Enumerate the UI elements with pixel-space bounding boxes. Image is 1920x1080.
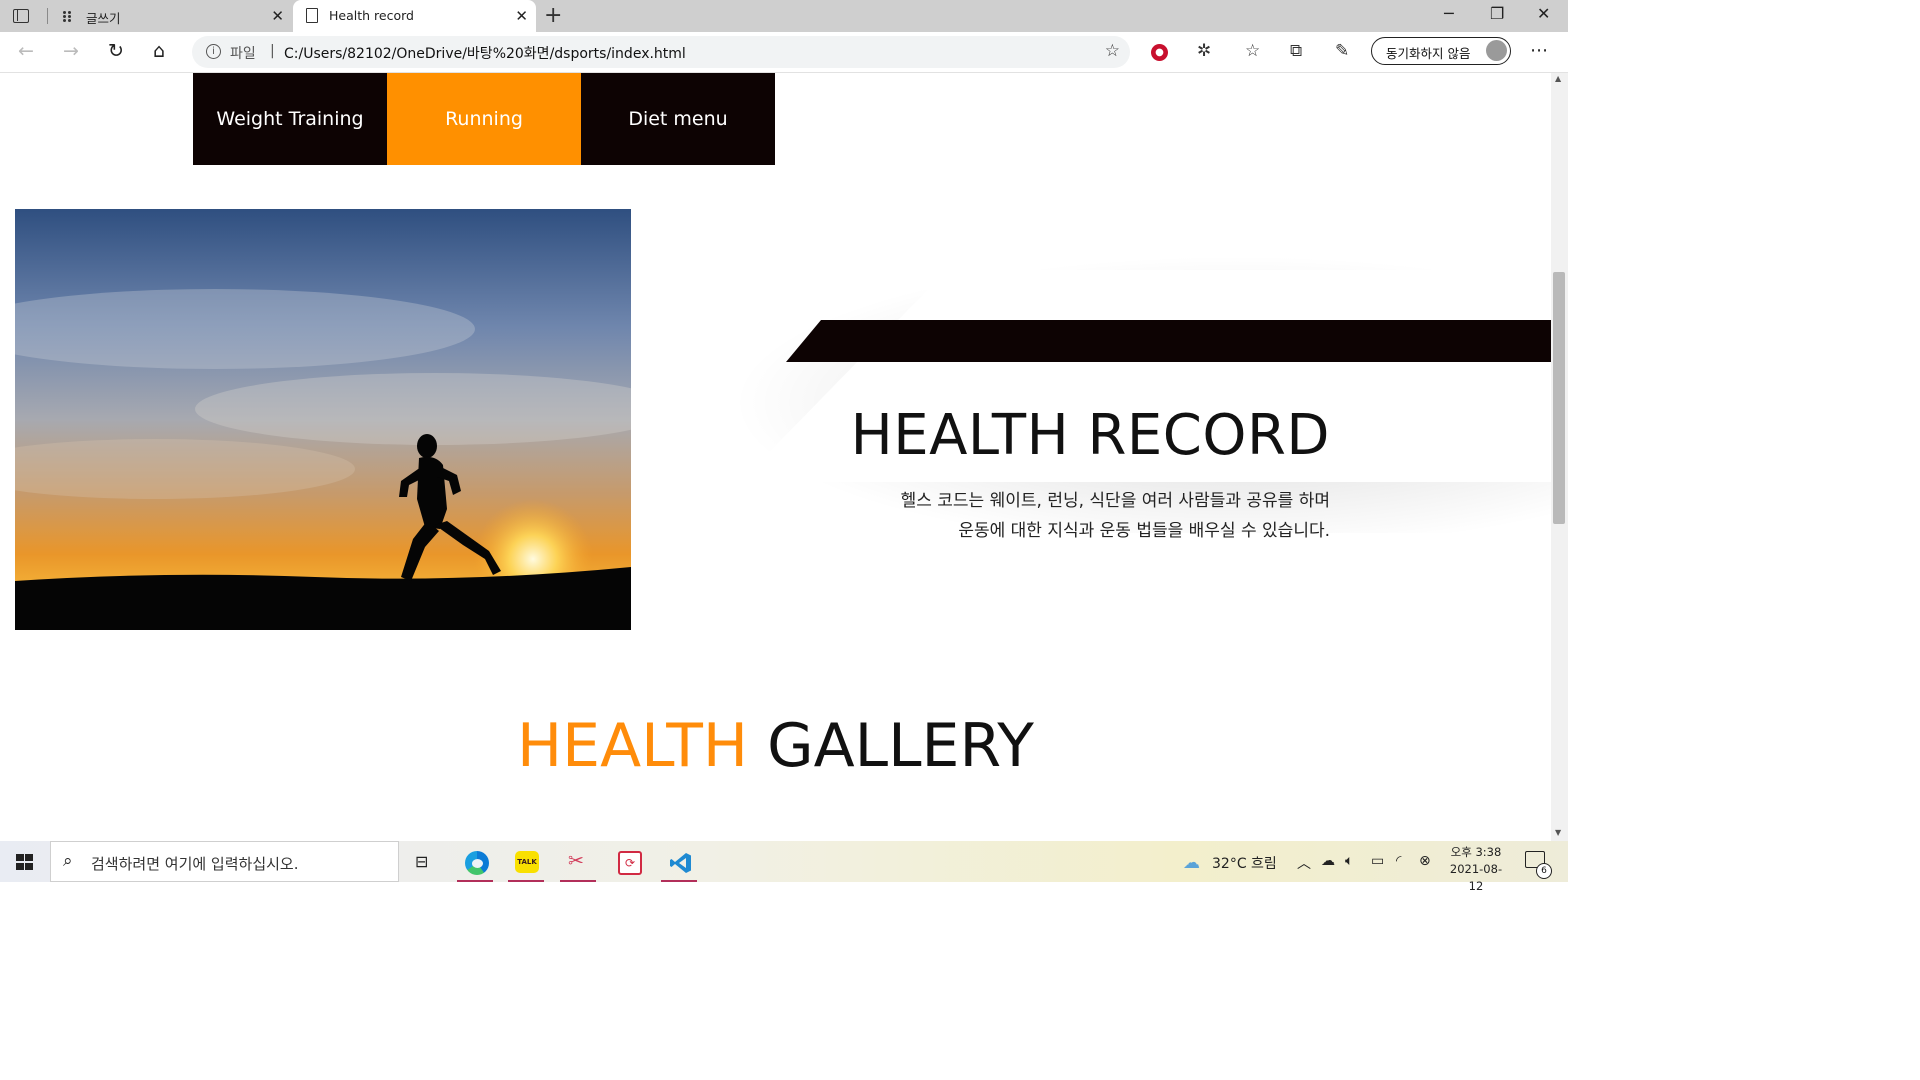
- page-viewport: Weight Training Running Diet menu HEALTH…: [0, 73, 1551, 841]
- gallery-title: HEALTH GALLERY: [0, 711, 1551, 781]
- url-scheme-label: 파일: [230, 46, 256, 62]
- restore-icon[interactable]: ❐: [1490, 4, 1504, 23]
- hero-description: 헬스 코드는 웨이트, 런닝, 식단을 여러 사람들과 공유를 하며 운동에 대…: [901, 486, 1330, 546]
- info-icon[interactable]: i: [206, 44, 221, 59]
- scroll-down-icon[interactable]: ▼: [1555, 828, 1561, 837]
- weather-icon[interactable]: ☁: [1183, 853, 1200, 873]
- menu-item-weight-training[interactable]: Weight Training: [193, 73, 387, 165]
- hero-description-line: 헬스 코드는 웨이트, 런닝, 식단을 여러 사람들과 공유를 하며: [900, 491, 1330, 511]
- search-placeholder: 검색하려면 여기에 입력하십시오.: [91, 855, 299, 873]
- home-icon[interactable]: ⌂: [153, 40, 165, 62]
- snipping-tool-icon: ✂: [568, 850, 584, 872]
- taskbar: ⌕ 검색하려면 여기에 입력하십시오. ⊟ TALK ✂ ⟳ ☁ 32°C 흐림…: [0, 841, 1568, 893]
- tab-writing[interactable]: 글쓰기 ✕: [50, 0, 292, 32]
- scrollbar-thumb[interactable]: [1553, 272, 1565, 524]
- gallery-title-accent: HEALTH: [517, 711, 749, 781]
- forward-icon[interactable]: →: [63, 40, 79, 62]
- main-menu: Weight Training Running Diet menu: [193, 73, 775, 165]
- taskbar-app-snipping[interactable]: ✂: [556, 845, 600, 882]
- url-separator: |: [270, 43, 275, 59]
- favorites-icon[interactable]: ☆: [1245, 41, 1260, 61]
- tab-strip: 글쓰기 ✕ Health record ✕ + ─ ❐ ✕: [0, 0, 1568, 32]
- volume-icon[interactable]: 🔈︎: [1345, 853, 1353, 869]
- profile-label: 동기화하지 않음: [1386, 46, 1471, 61]
- feedback-icon[interactable]: ✎: [1335, 41, 1349, 61]
- clock-date: 2021-08-12: [1449, 862, 1503, 893]
- close-tab-icon[interactable]: ✕: [515, 7, 528, 25]
- minimize-icon[interactable]: ─: [1444, 4, 1454, 23]
- wifi-icon[interactable]: ◜: [1396, 853, 1401, 869]
- tab-title: 글쓰기: [86, 11, 121, 26]
- windows-start-icon[interactable]: [16, 854, 33, 870]
- tab-actions-button[interactable]: [10, 6, 32, 26]
- menu-item-diet-menu[interactable]: Diet menu: [581, 73, 775, 165]
- profile-button[interactable]: 동기화하지 않음: [1371, 37, 1511, 65]
- battery-icon[interactable]: ▭: [1371, 853, 1384, 869]
- scroll-up-icon[interactable]: ▲: [1555, 74, 1561, 83]
- new-tab-icon[interactable]: +: [544, 3, 562, 28]
- vscode-icon: [670, 853, 691, 873]
- hero-accent-bar: [786, 320, 1551, 362]
- clock-time: 오후 3:38: [1450, 845, 1502, 859]
- search-icon: ⌕: [63, 851, 73, 871]
- taskbar-app-sync[interactable]: ⟳: [606, 845, 650, 882]
- taskbar-clock[interactable]: 오후 3:38 2021-08-12: [1445, 844, 1507, 895]
- browser-toolbar: ← → ↻ ⌂ i 파일 | C:/Users/82102/OneDrive/바…: [0, 32, 1568, 73]
- gallery-title-rest: GALLERY: [767, 711, 1034, 781]
- weather-text[interactable]: 32°C 흐림: [1212, 853, 1277, 873]
- kakaotalk-icon: TALK: [515, 851, 539, 873]
- app-dots-icon: [62, 9, 76, 23]
- taskbar-app-vscode[interactable]: [657, 845, 701, 882]
- extension-badge-icon[interactable]: ●: [1151, 44, 1168, 61]
- more-options-icon[interactable]: ⋯: [1530, 40, 1549, 61]
- hero-title: HEALTH RECORD: [850, 403, 1330, 468]
- hero-description-line: 운동에 대한 지식과 운동 법들을 배우실 수 있습니다.: [958, 521, 1330, 541]
- tab-health-record[interactable]: Health record ✕: [293, 0, 536, 32]
- tab-separator: [47, 8, 48, 24]
- task-view-icon[interactable]: ⊟: [415, 852, 428, 871]
- avatar: [1486, 40, 1507, 61]
- tab-title: Health record: [329, 8, 414, 23]
- extensions-icon[interactable]: ✲: [1197, 41, 1211, 61]
- close-window-icon[interactable]: ✕: [1537, 4, 1550, 23]
- input-mode-icon[interactable]: ⊗: [1419, 853, 1431, 869]
- collections-icon[interactable]: ⧉: [1290, 41, 1302, 61]
- refresh-icon[interactable]: ↻: [108, 40, 124, 62]
- taskbar-app-kakaotalk[interactable]: TALK: [504, 845, 548, 882]
- page-icon: [306, 8, 318, 23]
- running-silhouette-image: [15, 209, 631, 630]
- add-favorite-icon[interactable]: ☆: [1105, 41, 1120, 61]
- url-text[interactable]: C:/Users/82102/OneDrive/바탕%20화면/dsports/…: [284, 43, 686, 63]
- menu-item-running[interactable]: Running: [387, 73, 581, 165]
- taskbar-app-edge[interactable]: [453, 845, 497, 882]
- tray-overflow-icon[interactable]: ︿: [1297, 853, 1311, 873]
- address-bar[interactable]: i 파일 | C:/Users/82102/OneDrive/바탕%20화면/d…: [192, 36, 1130, 68]
- network-cloud-icon[interactable]: ☁: [1321, 853, 1335, 869]
- taskbar-search-box[interactable]: ⌕ 검색하려면 여기에 입력하십시오.: [50, 841, 399, 882]
- back-icon[interactable]: ←: [18, 40, 34, 62]
- edge-icon: [465, 851, 489, 875]
- notification-count-badge: 6: [1536, 863, 1552, 879]
- close-tab-icon[interactable]: ✕: [271, 7, 284, 25]
- sync-app-icon: ⟳: [618, 851, 642, 875]
